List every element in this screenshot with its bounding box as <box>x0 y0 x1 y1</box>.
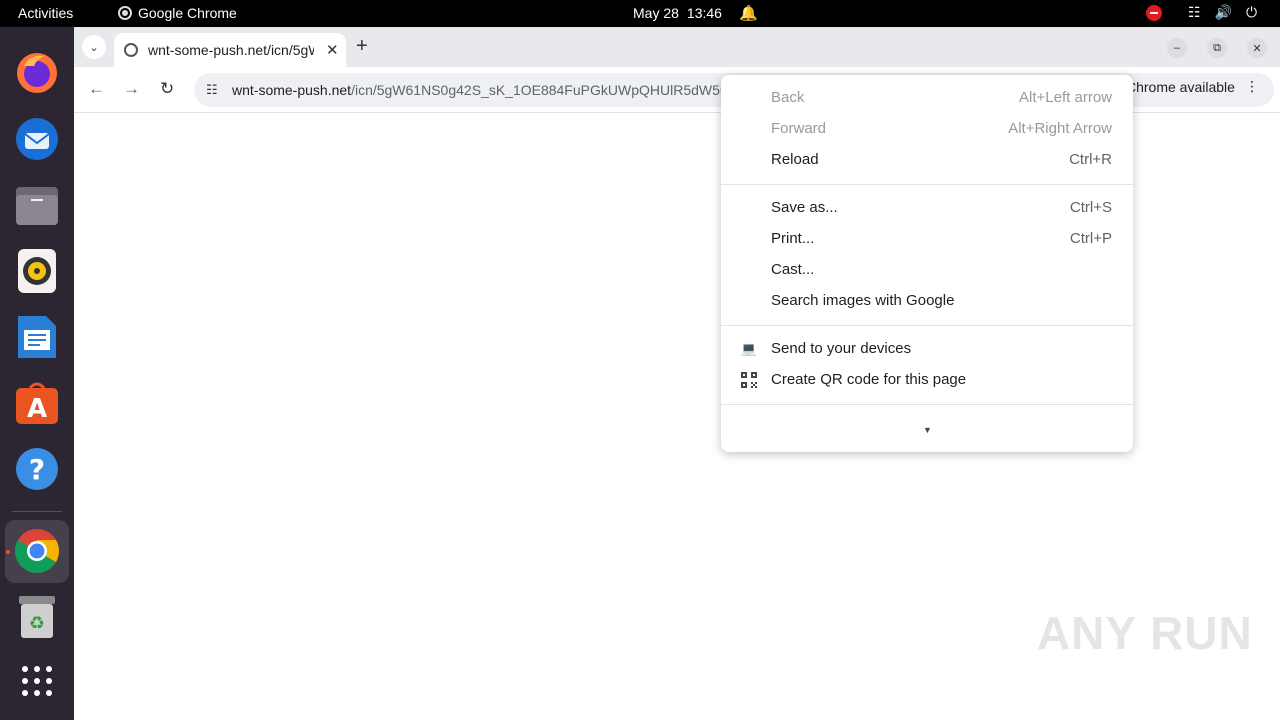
new-tab-button[interactable]: + <box>356 35 368 58</box>
tab-active[interactable]: wnt-some-push.net/icn/5gW61NS0g42S_sK_1O… <box>114 33 346 67</box>
expand-menu-icon[interactable]: ▼ <box>923 425 932 435</box>
files-icon[interactable] <box>13 181 61 229</box>
clock-date: May 28 <box>633 5 679 21</box>
do-not-disturb-icon[interactable] <box>1146 5 1162 21</box>
thunderbird-icon[interactable] <box>13 115 61 163</box>
clock[interactable]: May 28 13:46 <box>633 5 722 21</box>
menu-item-label: Reload <box>771 151 819 168</box>
show-applications-icon[interactable] <box>13 657 61 705</box>
svg-text:?: ? <box>29 453 45 486</box>
svg-text:A: A <box>27 394 47 424</box>
menu-item-label: Search images with Google <box>771 292 955 309</box>
notification-bell-icon: 🔔 <box>739 5 758 22</box>
menu-item-shortcut: Ctrl+S <box>1069 199 1112 216</box>
dock: A ? ♻ <box>0 27 74 720</box>
menu-item-print[interactable]: Print... Ctrl+P <box>721 223 1133 254</box>
chevron-down-icon: ⌄ <box>89 41 99 54</box>
reload-icon[interactable]: ↻ <box>160 79 174 99</box>
chrome-app-icon <box>118 6 132 20</box>
ubuntu-software-icon[interactable]: A <box>13 379 61 427</box>
google-chrome-icon[interactable] <box>13 527 61 575</box>
menu-item-send-to-devices[interactable]: 💻 Send to your devices <box>721 333 1133 364</box>
help-icon[interactable]: ? <box>13 445 61 493</box>
system-status-area[interactable]: ☷ 🔊 ⏻ <box>1188 4 1257 21</box>
update-chip[interactable]: Chrome available ⋮ <box>1126 78 1259 95</box>
more-menu-icon[interactable]: ⋮ <box>1245 78 1259 95</box>
menu-item-label: Forward <box>771 120 827 137</box>
context-menu: Back Alt+Left arrow Forward Alt+Right Ar… <box>721 75 1133 452</box>
menu-item-label: Back <box>771 89 805 106</box>
rhythmbox-icon[interactable] <box>13 247 61 295</box>
libreoffice-writer-icon[interactable] <box>13 313 61 361</box>
menu-item-qr-code[interactable]: Create QR code for this page <box>721 364 1133 395</box>
menu-item-search-images[interactable]: Search images with Google <box>721 285 1133 316</box>
menu-item-label: Save as... <box>771 199 838 216</box>
dock-separator <box>12 511 62 512</box>
tab-search-button[interactable]: ⌄ <box>82 35 106 59</box>
svg-text:♻: ♻ <box>29 613 45 634</box>
menu-item-shortcut: Alt+Right Arrow <box>1008 120 1112 137</box>
running-indicator <box>6 550 10 554</box>
activities-button[interactable]: Activities <box>18 5 73 21</box>
menu-item-label: Cast... <box>771 261 815 278</box>
minimize-icon: – <box>1173 42 1181 54</box>
menu-item-shortcut: Ctrl+R <box>1069 151 1112 168</box>
qr-code-icon <box>741 371 757 388</box>
tab-strip: ⌄ wnt-some-push.net/icn/5gW61NS0g42S_sK_… <box>74 27 1280 67</box>
globe-icon <box>124 43 138 57</box>
anyrun-watermark: ANY RUN <box>1037 607 1253 659</box>
menu-item-label: Create QR code for this page <box>771 371 967 388</box>
site-info-icon[interactable]: ☷ <box>206 82 222 98</box>
menu-item-forward[interactable]: Forward Alt+Right Arrow <box>721 113 1133 144</box>
maximize-button[interactable]: ⧉ <box>1207 38 1227 58</box>
close-icon: ✕ <box>1252 42 1262 55</box>
menu-item-save-as[interactable]: Save as... Ctrl+S <box>721 192 1133 223</box>
minimize-button[interactable]: – <box>1167 38 1187 58</box>
menu-divider <box>721 325 1133 326</box>
close-window-button[interactable]: ✕ <box>1247 38 1267 58</box>
laptop-icon: 💻 <box>740 340 758 356</box>
menu-divider <box>721 184 1133 185</box>
menu-item-shortcut: Alt+Left arrow <box>1019 89 1112 106</box>
back-arrow-icon[interactable]: ← <box>88 79 105 99</box>
menu-item-cast[interactable]: Cast... <box>721 254 1133 285</box>
update-chip-label: Chrome available <box>1126 78 1235 95</box>
menu-item-shortcut: Ctrl+P <box>1069 230 1112 247</box>
url-path: /icn/5gW61NS0g42S_sK_1OE884FuPGkUWpQHUlR… <box>351 82 722 98</box>
menu-divider <box>721 404 1133 405</box>
trash-icon[interactable]: ♻ <box>13 593 61 641</box>
maximize-icon: ⧉ <box>1213 41 1221 54</box>
top-bar: Activities Google Chrome May 28 13:46 🔔 … <box>0 0 1280 27</box>
forward-arrow-icon[interactable]: → <box>123 79 140 99</box>
url-domain: wnt-some-push.net <box>232 82 352 98</box>
volume-icon: 🔊 <box>1214 4 1232 20</box>
tab-close-icon[interactable]: ✕ <box>326 41 339 59</box>
menu-item-label: Print... <box>771 230 815 247</box>
power-icon: ⏻ <box>1246 4 1258 20</box>
firefox-icon[interactable] <box>13 49 61 97</box>
menu-item-back[interactable]: Back Alt+Left arrow <box>721 82 1133 113</box>
menu-item-label: Send to your devices <box>771 340 912 357</box>
tab-title: wnt-some-push.net/icn/5gW61NS0g42S_sK_1O… <box>148 42 314 58</box>
clock-time: 13:46 <box>686 5 722 21</box>
network-icon: ☷ <box>1188 4 1201 20</box>
app-name: Google Chrome <box>138 5 237 21</box>
menu-item-reload[interactable]: Reload Ctrl+R <box>721 144 1133 175</box>
app-menu[interactable]: Google Chrome <box>118 5 237 21</box>
